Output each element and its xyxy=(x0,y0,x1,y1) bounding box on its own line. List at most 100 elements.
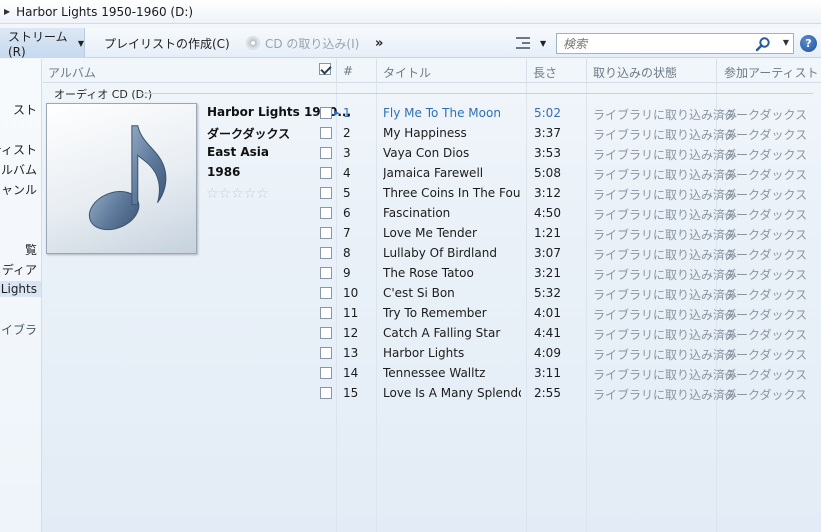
column-rip-status[interactable]: 取り込みの状態 xyxy=(593,64,677,81)
track-checkbox[interactable] xyxy=(320,307,332,319)
breadcrumb[interactable]: ▶ Harbor Lights 1950-1960 (D:) xyxy=(0,0,821,24)
album-art[interactable] xyxy=(46,103,197,254)
column-length[interactable]: 長さ xyxy=(533,64,557,81)
track-row[interactable]: 11 Try To Remember 4:01 ライブラリに取り込み済み ダークダックス xyxy=(320,303,820,323)
track-row[interactable]: 10 C'est Si Bon 5:32 ライブラリに取り込み済み ダークダックス xyxy=(320,283,820,303)
track-row[interactable]: 1 Fly Me To The Moon 5:02 ライブラリに取り込み済み ダークダッ… xyxy=(320,103,820,123)
track-row[interactable]: 14 Tennessee Walltz 3:11 ライブラリに取り込み済み ダークダック… xyxy=(320,363,820,383)
track-rip-status: ライブラリに取り込み済み xyxy=(593,248,738,262)
nav-item[interactable]: のメディア xyxy=(0,261,37,278)
track-rip-status: ライブラリに取り込み済み xyxy=(593,268,738,282)
track-checkbox[interactable] xyxy=(320,367,332,379)
help-icon[interactable]: ? xyxy=(800,35,817,52)
track-checkbox[interactable] xyxy=(320,287,332,299)
column-title[interactable]: タイトル xyxy=(383,64,431,81)
track-artist: ダークダックス xyxy=(724,148,808,162)
track-checkbox[interactable] xyxy=(320,207,332,219)
track-row[interactable]: 15 Love Is A Many Splendo... 2:55 ライブラリに取り込… xyxy=(320,383,820,403)
column-separator xyxy=(376,59,377,83)
track-rip-status: ライブラリに取り込み済み xyxy=(593,348,738,362)
breadcrumb-arrow-icon[interactable]: ▶ xyxy=(4,7,10,16)
view-options-icon xyxy=(516,36,530,50)
album-artist[interactable]: ダークダックス xyxy=(207,125,290,142)
breadcrumb-text[interactable]: Harbor Lights 1950-1960 (D:) xyxy=(16,5,193,19)
track-checkbox[interactable] xyxy=(320,107,332,119)
track-artist: ダークダックス xyxy=(724,208,808,222)
star-icon[interactable]: ☆ xyxy=(219,186,232,202)
select-all-checkbox[interactable] xyxy=(319,63,331,75)
track-number: 6 xyxy=(343,206,351,220)
star-icon[interactable]: ☆ xyxy=(206,186,219,202)
track-title: Tennessee Walltz xyxy=(383,366,486,380)
album-year[interactable]: 1986 xyxy=(207,165,240,179)
track-length: 3:53 xyxy=(534,146,561,160)
track-artist: ダークダックス xyxy=(724,128,808,142)
search-icon[interactable] xyxy=(755,36,771,52)
stream-button[interactable]: ストリーム(R) ▼ xyxy=(0,28,85,59)
star-icon[interactable]: ☆ xyxy=(256,186,269,202)
track-row[interactable]: 4 Jamaica Farewell 5:08 ライブラリに取り込み済み ダークダックス xyxy=(320,163,820,183)
track-title: Love Me Tender xyxy=(383,226,477,240)
rip-cd-button[interactable]: CD の取り込み(I) xyxy=(246,28,359,58)
track-checkbox[interactable] xyxy=(320,347,332,359)
track-artist: ダークダックス xyxy=(724,248,808,262)
track-number: 7 xyxy=(343,226,351,240)
track-artist: ダークダックス xyxy=(724,328,808,342)
track-number: 10 xyxy=(343,286,359,300)
track-rip-status: ライブラリに取り込み済み xyxy=(593,228,738,242)
nav-item[interactable]: スト xyxy=(13,101,37,118)
nav-item[interactable]: ティスト xyxy=(0,141,37,158)
track-rip-status: ライブラリに取り込み済み xyxy=(593,288,738,302)
track-row[interactable]: 2 My Happiness 3:37 ライブラリに取り込み済み ダークダックス xyxy=(320,123,820,143)
track-row[interactable]: 6 Fascination 4:50 ライブラリに取り込み済み ダークダックス xyxy=(320,203,820,223)
track-length: 4:01 xyxy=(534,306,561,320)
album-genre[interactable]: East Asia xyxy=(207,145,269,159)
track-checkbox[interactable] xyxy=(320,127,332,139)
column-number[interactable]: # xyxy=(343,64,353,78)
nav-item[interactable]: ャンル xyxy=(1,181,37,198)
view-options-button[interactable]: ▼ xyxy=(516,28,546,58)
star-icon[interactable]: ☆ xyxy=(231,186,244,202)
track-checkbox[interactable] xyxy=(320,147,332,159)
nav-item[interactable]: のライブラ xyxy=(0,321,37,338)
create-playlist-button[interactable]: プレイリストの作成(C) ▼ xyxy=(104,28,254,58)
track-checkbox[interactable] xyxy=(320,267,332,279)
track-checkbox[interactable] xyxy=(320,247,332,259)
track-row[interactable]: 8 Lullaby Of Birdland 3:07 ライブラリに取り込み済み ダークダ… xyxy=(320,243,820,263)
track-rip-status: ライブラリに取り込み済み xyxy=(593,128,738,142)
track-row[interactable]: 12 Catch A Falling Star 4:41 ライブラリに取り込み済み ダー… xyxy=(320,323,820,343)
search-box[interactable]: ▼ xyxy=(556,33,794,54)
track-row[interactable]: 13 Harbor Lights 4:09 ライブラリに取り込み済み ダークダックス xyxy=(320,343,820,363)
track-checkbox[interactable] xyxy=(320,387,332,399)
track-title: Lullaby Of Birdland xyxy=(383,246,497,260)
track-checkbox[interactable] xyxy=(320,187,332,199)
nav-item[interactable]: r Lights xyxy=(0,281,41,297)
track-checkbox[interactable] xyxy=(320,327,332,339)
track-number: 2 xyxy=(343,126,351,140)
more-commands-button[interactable]: » xyxy=(375,28,383,58)
track-length: 1:21 xyxy=(534,226,561,240)
search-input[interactable] xyxy=(557,36,747,51)
track-title: Three Coins In The Foun... xyxy=(383,186,521,200)
cd-icon xyxy=(246,36,260,50)
track-row[interactable]: 5 Three Coins In The Foun... 3:12 ライブラリに取り込… xyxy=(320,183,820,203)
column-artist[interactable]: 参加アーティスト xyxy=(724,64,819,81)
nav-item[interactable]: ルバム xyxy=(1,161,37,178)
star-icon[interactable]: ☆ xyxy=(244,186,257,202)
column-album[interactable]: アルバム xyxy=(48,64,96,81)
track-row[interactable]: 9 The Rose Tatoo 3:21 ライブラリに取り込み済み ダークダックス xyxy=(320,263,820,283)
track-title: Try To Remember xyxy=(383,306,487,320)
track-rip-status: ライブラリに取り込み済み xyxy=(593,168,738,182)
rating-stars[interactable]: ☆ ☆ ☆ ☆ ☆ xyxy=(206,186,269,202)
track-row[interactable]: 3 Vaya Con Dios 3:53 ライブラリに取り込み済み ダークダックス xyxy=(320,143,820,163)
music-note-icon xyxy=(88,125,167,231)
rip-cd-label: CD の取り込み(I) xyxy=(265,36,360,51)
track-checkbox[interactable] xyxy=(320,167,332,179)
search-dropdown-icon[interactable]: ▼ xyxy=(783,38,789,47)
nav-item[interactable]: 覧 xyxy=(25,241,37,258)
track-checkbox[interactable] xyxy=(320,227,332,239)
chevron-down-icon: ▼ xyxy=(540,38,547,48)
track-row[interactable]: 7 Love Me Tender 1:21 ライブラリに取り込み済み ダークダックス xyxy=(320,223,820,243)
track-rip-status: ライブラリに取り込み済み xyxy=(593,148,738,162)
group-header[interactable]: オーディオ CD (D:) xyxy=(54,86,152,102)
